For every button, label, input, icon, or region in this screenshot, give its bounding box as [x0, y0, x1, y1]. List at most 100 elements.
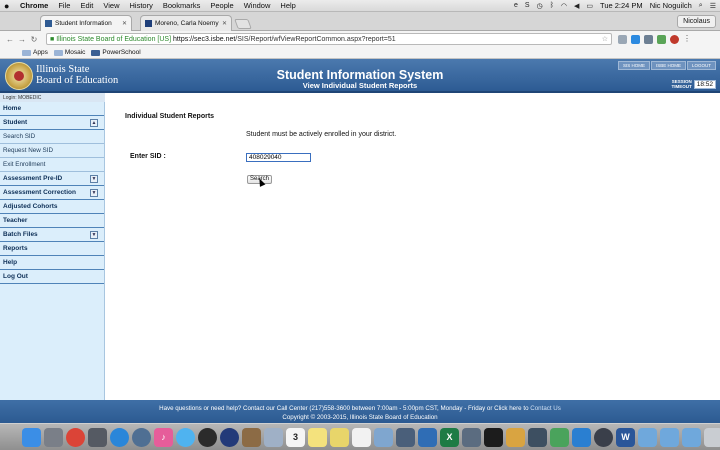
flag-icon[interactable]	[220, 427, 239, 447]
collapse-icon[interactable]: ▲	[90, 119, 98, 127]
shield-icon[interactable]	[618, 34, 627, 44]
safari-icon[interactable]	[110, 427, 129, 447]
notes-icon[interactable]	[308, 427, 327, 447]
sidebar-item-batch-files[interactable]: Batch Files ▼	[0, 228, 104, 242]
launchpad-icon[interactable]	[44, 427, 63, 447]
address-bar[interactable]: ■ Illinois State Board of Education [US]…	[46, 33, 612, 45]
tab-student-information[interactable]: Student Information ✕	[40, 15, 132, 31]
chrome-icon[interactable]	[66, 427, 85, 447]
forward-arrow-icon[interactable]: →	[16, 35, 28, 44]
finder-icon[interactable]	[22, 427, 41, 447]
close-icon[interactable]: ✕	[222, 20, 227, 27]
user-name[interactable]: Nic Noguilch	[650, 1, 692, 10]
drive-icon[interactable]	[631, 34, 640, 44]
expand-icon[interactable]: ▼	[90, 231, 98, 239]
expand-icon[interactable]: ▼	[90, 175, 98, 183]
sid-label: Enter SID :	[130, 153, 166, 160]
profile-button[interactable]: Nicolaus	[677, 15, 716, 28]
sidebar-item-reports[interactable]: Reports	[0, 242, 104, 256]
bookmark-powerschool[interactable]: PowerSchool	[91, 49, 141, 56]
keynote-icon[interactable]	[418, 427, 437, 447]
trash-icon[interactable]	[704, 427, 720, 447]
menu-view[interactable]: View	[103, 1, 119, 10]
wifi-icon[interactable]: ◠	[561, 2, 567, 10]
downloads-folder-icon[interactable]	[660, 427, 679, 447]
menu-history[interactable]: History	[130, 1, 153, 10]
screenshot-icon[interactable]	[396, 427, 415, 447]
sidebar-item-assessment-correction[interactable]: Assessment Correction ▼	[0, 186, 104, 200]
sidebar-item-help[interactable]: Help	[0, 256, 104, 270]
notification-center-icon[interactable]: ☰	[710, 2, 716, 10]
messages-icon[interactable]	[176, 427, 195, 447]
footer-copyright: Copyright © 2003-2015, Illinois State Bo…	[282, 414, 438, 421]
sidebar-item-assessment-pre-id[interactable]: Assessment Pre-ID ▼	[0, 172, 104, 186]
expand-icon[interactable]: ▼	[90, 189, 98, 197]
owl-icon[interactable]	[198, 427, 217, 447]
stickies-icon[interactable]	[330, 427, 349, 447]
bluetooth-icon[interactable]: ᛒ	[550, 2, 554, 9]
app-grid-icon[interactable]	[88, 427, 107, 447]
image-icon[interactable]	[462, 427, 481, 447]
terminal-icon[interactable]	[484, 427, 503, 447]
sid-input[interactable]	[246, 153, 311, 162]
sidebar-item-log-out[interactable]: Log Out	[0, 270, 104, 284]
extension-icon[interactable]	[644, 34, 653, 44]
folder-icon[interactable]	[638, 427, 657, 447]
reload-icon[interactable]: ↻	[28, 35, 40, 44]
report-title: Individual Student Reports	[125, 113, 215, 120]
activity-icon[interactable]	[528, 427, 547, 447]
sidebar-item-exit-enrollment[interactable]: Exit Enrollment	[0, 158, 104, 172]
contacts-icon[interactable]	[506, 427, 525, 447]
sidebar-item-student[interactable]: Student ▲	[0, 116, 104, 130]
bookmark-apps[interactable]: Apps	[22, 49, 48, 56]
reminders-icon[interactable]	[352, 427, 371, 447]
battery-icon[interactable]: ▭	[586, 2, 593, 10]
itunes-icon[interactable]: ♪	[154, 427, 173, 447]
close-icon[interactable]: ✕	[122, 20, 127, 27]
preview-icon[interactable]	[374, 427, 393, 447]
word-icon[interactable]: W	[616, 427, 635, 447]
spotlight-icon[interactable]: ⌕	[699, 2, 703, 10]
documents-folder-icon[interactable]	[682, 427, 701, 447]
calendar-icon[interactable]: 3	[286, 427, 305, 447]
bookmark-mosaic[interactable]: Mosaic	[53, 49, 85, 56]
vpn-icon[interactable]	[550, 427, 569, 447]
mail-icon[interactable]	[264, 427, 283, 447]
volume-icon[interactable]: ◀	[574, 2, 579, 10]
menu-file[interactable]: File	[58, 1, 70, 10]
menu-chrome[interactable]: Chrome	[20, 1, 48, 10]
photos-icon[interactable]	[242, 427, 261, 447]
sidebar-item-search-sid[interactable]: Search SID	[0, 130, 104, 144]
logout-link[interactable]: LOGOUT	[686, 61, 716, 70]
menu-people[interactable]: People	[210, 1, 233, 10]
tab-moreno-carla-noemy[interactable]: Moreno, Carla Noemy ✕	[140, 15, 232, 31]
excel-icon[interactable]: X	[440, 427, 459, 447]
sis-home-link[interactable]: SIS HOME	[617, 61, 650, 70]
compass-icon[interactable]	[132, 427, 151, 447]
teamviewer-icon[interactable]	[572, 427, 591, 447]
apple-icon[interactable]: ●	[4, 1, 14, 11]
menu-window[interactable]: Window	[244, 1, 271, 10]
dock-glyph: W	[621, 431, 630, 442]
clock-icon[interactable]: ◷	[537, 2, 543, 10]
back-arrow-icon[interactable]: ←	[4, 35, 16, 44]
menu-bookmarks[interactable]: Bookmarks	[163, 1, 201, 10]
folder-icon	[22, 49, 31, 56]
menu-help[interactable]: Help	[280, 1, 295, 10]
new-tab-button[interactable]	[234, 19, 252, 29]
sidebar-item-adjusted-cohorts[interactable]: Adjusted Cohorts	[0, 200, 104, 214]
bookmark-star-icon[interactable]: ☆	[602, 35, 608, 43]
menu-icon[interactable]: ⋮	[683, 34, 692, 44]
isbe-home-link[interactable]: ISBE HOME	[650, 61, 686, 70]
skype-icon[interactable]: S	[525, 2, 530, 9]
ebay-icon[interactable]: e	[514, 2, 518, 9]
adblock-icon[interactable]	[670, 34, 679, 44]
quicktime-icon[interactable]	[594, 427, 613, 447]
contact-us-link[interactable]: Contact Us	[530, 405, 561, 412]
evernote-icon[interactable]	[657, 34, 666, 44]
sidebar-item-request-new-sid[interactable]: Request New SID	[0, 144, 104, 158]
sidebar-item-home[interactable]: Home	[0, 102, 104, 116]
menu-edit[interactable]: Edit	[80, 1, 93, 10]
sidebar-item-teacher[interactable]: Teacher	[0, 214, 104, 228]
clock-text[interactable]: Tue 2:24 PM	[600, 1, 643, 10]
